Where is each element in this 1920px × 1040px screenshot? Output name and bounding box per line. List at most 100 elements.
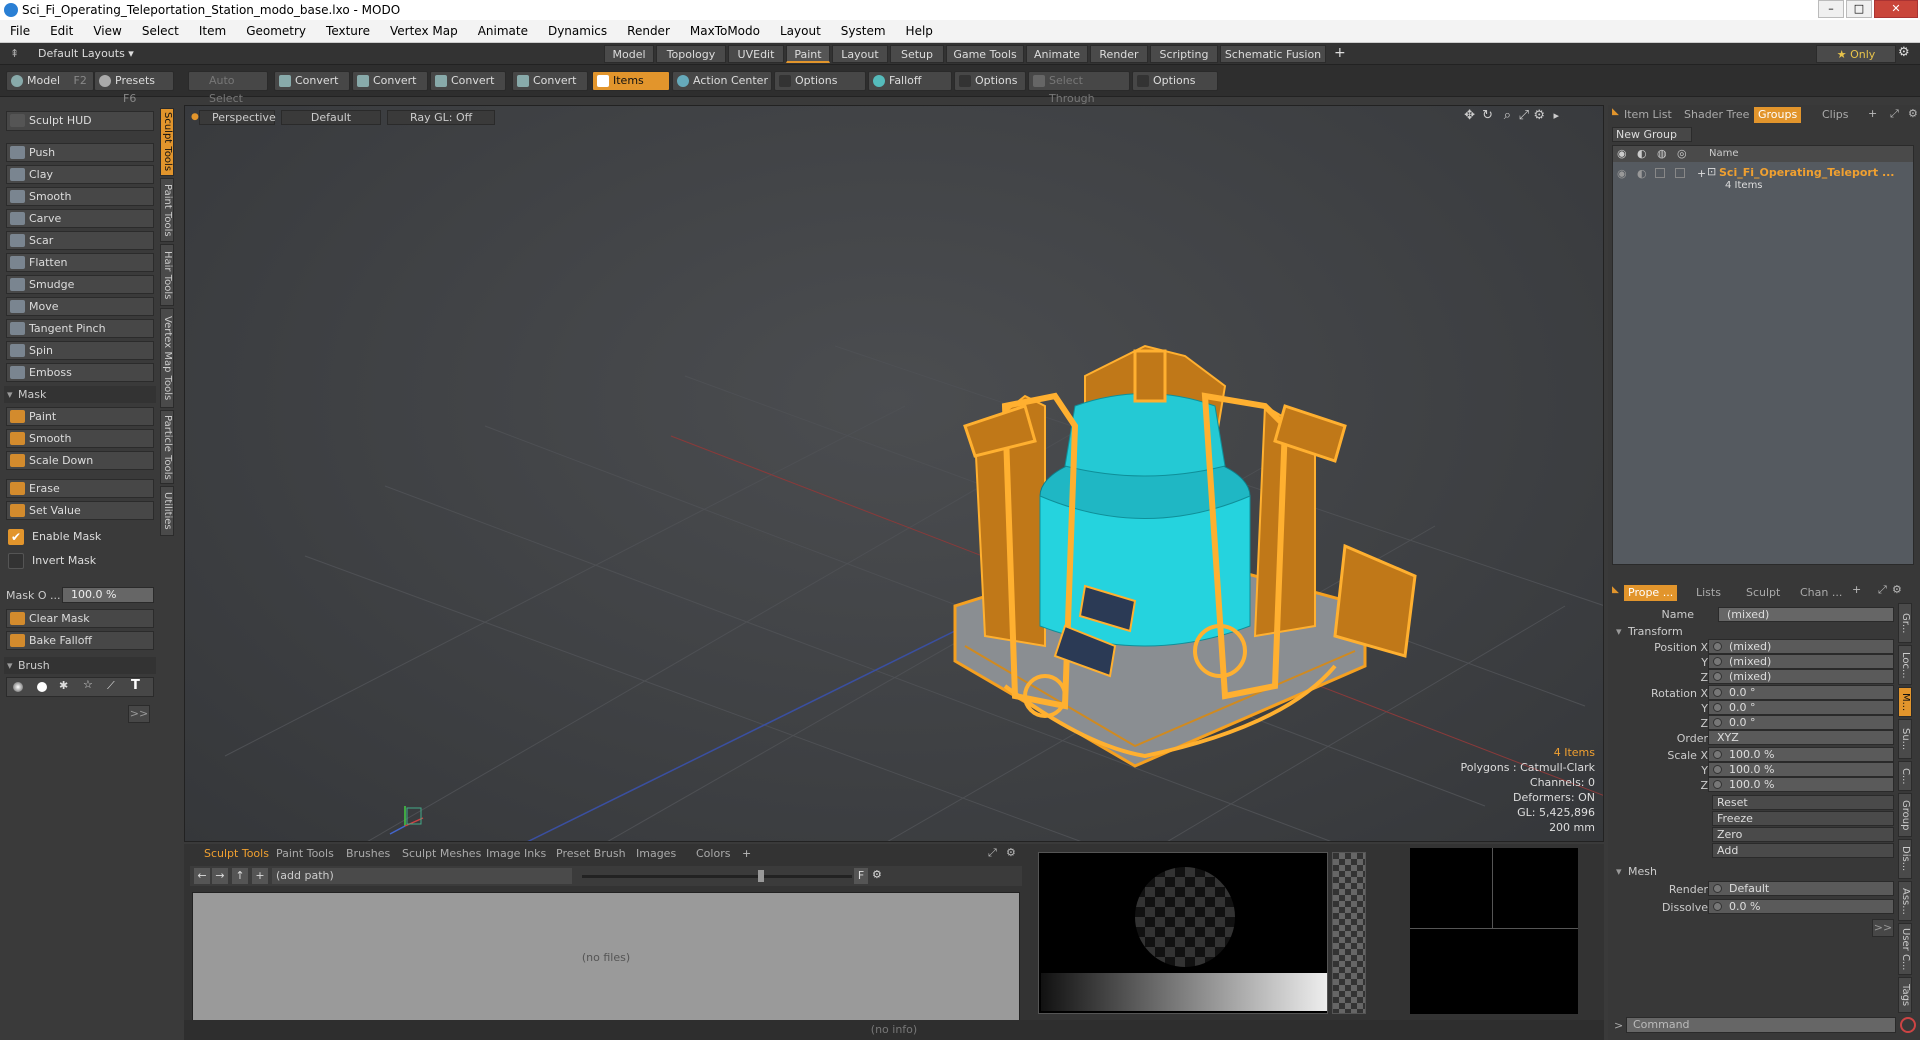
vtab-particle-tools[interactable]: Particle Tools <box>160 410 174 484</box>
select-through-button[interactable]: Select Through <box>1028 71 1130 105</box>
tab-item-list[interactable]: Item List <box>1624 107 1672 123</box>
brush-section-header[interactable]: Brush <box>4 657 156 674</box>
render-icon[interactable]: ◐ <box>1637 167 1647 180</box>
mask-opacity-field[interactable]: 100.0 % <box>62 587 154 603</box>
tab-channels[interactable]: Chan ... <box>1800 585 1842 601</box>
scale-z-field[interactable]: 100.0 % <box>1708 777 1894 792</box>
tool-flatten[interactable]: Flatten <box>6 253 154 272</box>
add-tab-icon[interactable]: + <box>1868 107 1877 120</box>
model-button[interactable]: Model F2 <box>6 71 94 91</box>
keyframe-dot-icon[interactable] <box>1713 750 1722 759</box>
filter-button[interactable]: F <box>854 868 868 884</box>
command-input[interactable]: Command <box>1626 1017 1896 1033</box>
menu-help[interactable]: Help <box>896 24 943 38</box>
rotation-x-field[interactable]: 0.0 ° <box>1708 685 1894 700</box>
teleportation-station-model[interactable] <box>953 344 1417 768</box>
set-value-button[interactable]: Set Value <box>6 501 154 520</box>
position-x-field[interactable]: (mixed) <box>1708 639 1894 654</box>
tool-emboss[interactable]: Emboss <box>6 363 154 382</box>
tool-clay[interactable]: Clay <box>6 165 154 184</box>
vtab-paint-tools[interactable]: Paint Tools <box>160 178 174 242</box>
menu-system[interactable]: System <box>831 24 896 38</box>
auto-select-button[interactable]: Auto Select <box>188 71 268 105</box>
keyframe-dot-icon[interactable] <box>1713 672 1722 681</box>
options-button-1[interactable]: Options <box>774 71 866 91</box>
lock-icon[interactable]: ◍ <box>1657 147 1667 160</box>
menu-item[interactable]: Item <box>189 24 236 38</box>
tab-schematic-fusion[interactable]: Schematic Fusion <box>1220 45 1326 63</box>
side-tab-display[interactable]: Dis... <box>1898 839 1912 879</box>
menu-vertex-map[interactable]: Vertex Map <box>380 24 468 38</box>
keyframe-dot-icon[interactable] <box>1713 780 1722 789</box>
select-icon[interactable]: ◎ <box>1677 147 1687 160</box>
close-button[interactable]: ✕ <box>1874 0 1918 18</box>
action-center-button[interactable]: Action Center <box>672 71 772 91</box>
enable-mask-checkbox[interactable]: ✔ Enable Mask <box>6 527 154 547</box>
side-tab-locator[interactable]: Loc... <box>1898 645 1912 685</box>
mesh-section[interactable]: Mesh <box>1616 865 1657 879</box>
convert-button-2[interactable]: Convert <box>352 71 428 91</box>
clear-mask-button[interactable]: Clear Mask <box>6 609 154 628</box>
tab-preset-brush[interactable]: Preset Brush <box>556 846 626 862</box>
tab-paint-tools[interactable]: Paint Tools <box>276 846 334 862</box>
tab-topology[interactable]: Topology <box>656 45 726 63</box>
render-dropdown[interactable]: Default <box>1708 881 1894 896</box>
menu-dynamics[interactable]: Dynamics <box>538 24 617 38</box>
only-toggle[interactable]: ★ Only <box>1816 45 1896 63</box>
tab-groups[interactable]: Groups <box>1754 107 1802 123</box>
keyframe-dot-icon[interactable] <box>1713 703 1722 712</box>
vtab-vertex-map-tools[interactable]: Vertex Map Tools <box>160 308 174 408</box>
menu-layout[interactable]: Layout <box>770 24 831 38</box>
mask-paint-button[interactable]: Paint <box>6 407 154 426</box>
custom-brush-icon[interactable]: ⟋ <box>107 679 115 693</box>
tab-shader-tree[interactable]: Shader Tree <box>1684 107 1749 123</box>
select-checkbox[interactable] <box>1675 168 1685 178</box>
panel-menu-icon[interactable]: ◣ <box>1612 107 1619 117</box>
invert-mask-checkbox[interactable]: Invert Mask <box>6 551 154 571</box>
slider-handle[interactable] <box>758 870 764 882</box>
layout-arrow-icon[interactable]: ⇞ <box>10 47 19 60</box>
side-tab-mesh[interactable]: M... <box>1898 687 1912 717</box>
panel-settings-icon[interactable]: ⚙ <box>1892 583 1902 596</box>
mask-smooth-button[interactable]: Smooth <box>6 429 154 448</box>
side-tab-user-channels[interactable]: User C... <box>1898 923 1912 975</box>
menu-render[interactable]: Render <box>617 24 680 38</box>
tab-clips[interactable]: Clips <box>1822 107 1849 123</box>
side-tab-group[interactable]: Gr... <box>1898 603 1912 643</box>
default-layouts-dropdown[interactable]: Default Layouts ▾ <box>38 47 134 60</box>
side-tab-group-2[interactable]: Group <box>1898 793 1912 837</box>
side-tab-assembly[interactable]: Ass... <box>1898 881 1912 921</box>
soft-brush-icon[interactable] <box>13 682 23 692</box>
path-dropdown[interactable]: (add path) <box>272 868 572 884</box>
tab-image-inks[interactable]: Image Inks <box>486 846 546 862</box>
keyframe-dot-icon[interactable] <box>1713 884 1722 893</box>
dissolve-field[interactable]: 0.0 % <box>1708 899 1894 914</box>
3d-viewport[interactable]: ● Perspective Default Ray GL: Off ✥ ↻ ⌕ … <box>184 105 1604 842</box>
reset-dropdown[interactable]: Reset <box>1712 795 1894 810</box>
side-tab-surface[interactable]: Su... <box>1898 719 1912 759</box>
gear-icon[interactable]: ⚙ <box>1898 45 1910 60</box>
tab-sculpt-tools[interactable]: Sculpt Tools <box>204 846 269 862</box>
side-tab-tags[interactable]: Tags <box>1898 977 1912 1013</box>
name-field[interactable]: (mixed) <box>1718 607 1894 622</box>
visibility-eye-icon[interactable]: ◉ <box>1617 167 1627 180</box>
tool-push[interactable]: Push <box>6 143 154 162</box>
panel-settings-icon[interactable]: ⚙ <box>1006 846 1016 859</box>
bake-falloff-button[interactable]: Bake Falloff <box>6 631 154 650</box>
position-z-field[interactable]: (mixed) <box>1708 669 1894 684</box>
expand-more-button[interactable]: >> <box>1872 919 1894 937</box>
group-row[interactable]: ◉ ◐ + ⊡ Sci_Fi_Operating_Teleport ... 4 … <box>1613 164 1913 194</box>
record-macro-icon[interactable] <box>1900 1017 1916 1033</box>
transform-section[interactable]: Transform <box>1616 625 1683 639</box>
tab-layout[interactable]: Layout <box>832 45 888 63</box>
tab-colors[interactable]: Colors <box>696 846 730 862</box>
panel-menu-icon[interactable]: ◣ <box>1612 585 1619 595</box>
convert-button-4[interactable]: Convert <box>512 71 588 91</box>
zero-dropdown[interactable]: Zero <box>1712 827 1894 842</box>
hard-brush-icon[interactable] <box>37 682 47 692</box>
panel-settings-icon[interactable]: ⚙ <box>1908 107 1918 120</box>
tool-carve[interactable]: Carve <box>6 209 154 228</box>
tab-brushes[interactable]: Brushes <box>346 846 390 862</box>
tab-game-tools[interactable]: Game Tools <box>946 45 1024 63</box>
file-browser-area[interactable]: (no files) <box>192 892 1020 1034</box>
